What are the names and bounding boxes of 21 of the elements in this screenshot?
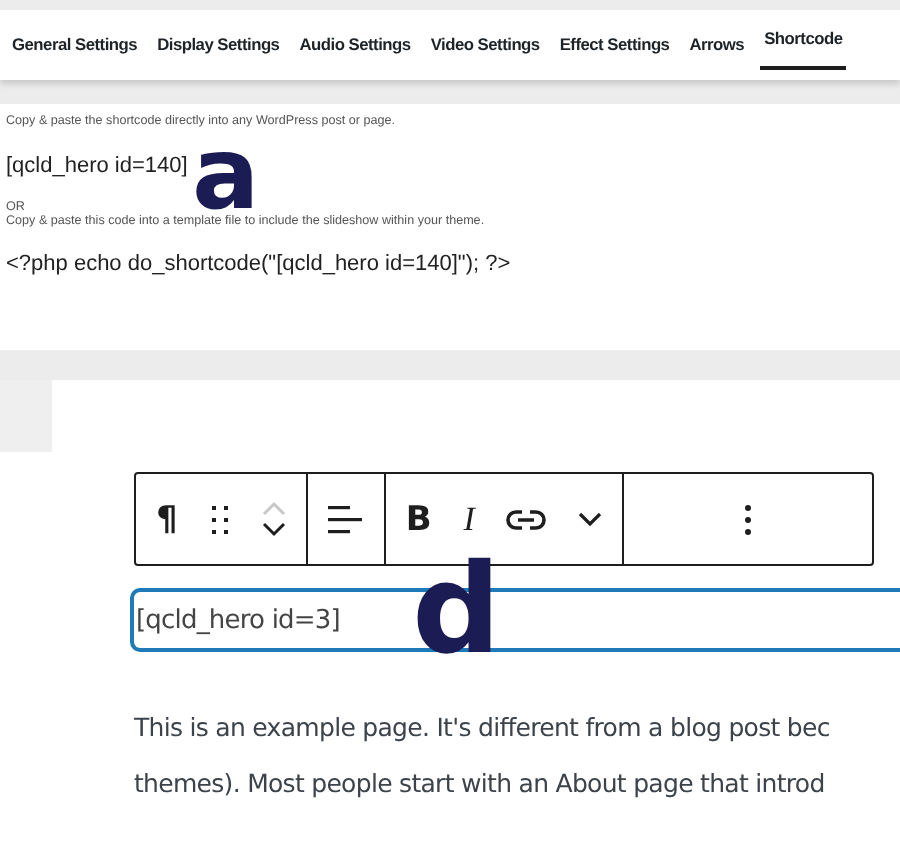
settings-tab[interactable]: General Settings <box>8 10 142 80</box>
callout-letter: a <box>192 134 260 214</box>
link-icon[interactable] <box>506 507 547 531</box>
shortcode-text: [qcld_hero id=140] <box>6 154 188 178</box>
chevron-down-icon[interactable] <box>578 511 603 527</box>
toolbar-button[interactable]: ¶ <box>156 499 178 539</box>
paragraph-line: themes). Most people start with an About page that introd <box>134 766 827 802</box>
more-options-icon[interactable] <box>744 503 753 535</box>
move-down-icon[interactable] <box>261 522 286 538</box>
align-icon[interactable] <box>327 505 364 533</box>
settings-tab[interactable]: Video Settings <box>426 10 544 80</box>
settings-tab[interactable]: Shortcode <box>760 10 847 70</box>
settings-tab[interactable]: Effect Settings <box>555 10 674 80</box>
paragraph-line: This is an example page. It's different from a blog post bec <box>134 710 832 746</box>
italic-button[interactable]: I <box>463 499 475 539</box>
settings-tab[interactable]: Arrows <box>685 10 749 80</box>
settings-tab[interactable]: Display Settings <box>153 10 284 80</box>
toolbar-button[interactable]: B <box>405 499 432 539</box>
drag-handle-icon[interactable] <box>209 503 230 535</box>
settings-tab[interactable]: Audio Settings <box>295 10 415 80</box>
php-code-text: <?php echo do_shortcode("[qcld_hero id=140]"); ?> <box>6 252 513 277</box>
